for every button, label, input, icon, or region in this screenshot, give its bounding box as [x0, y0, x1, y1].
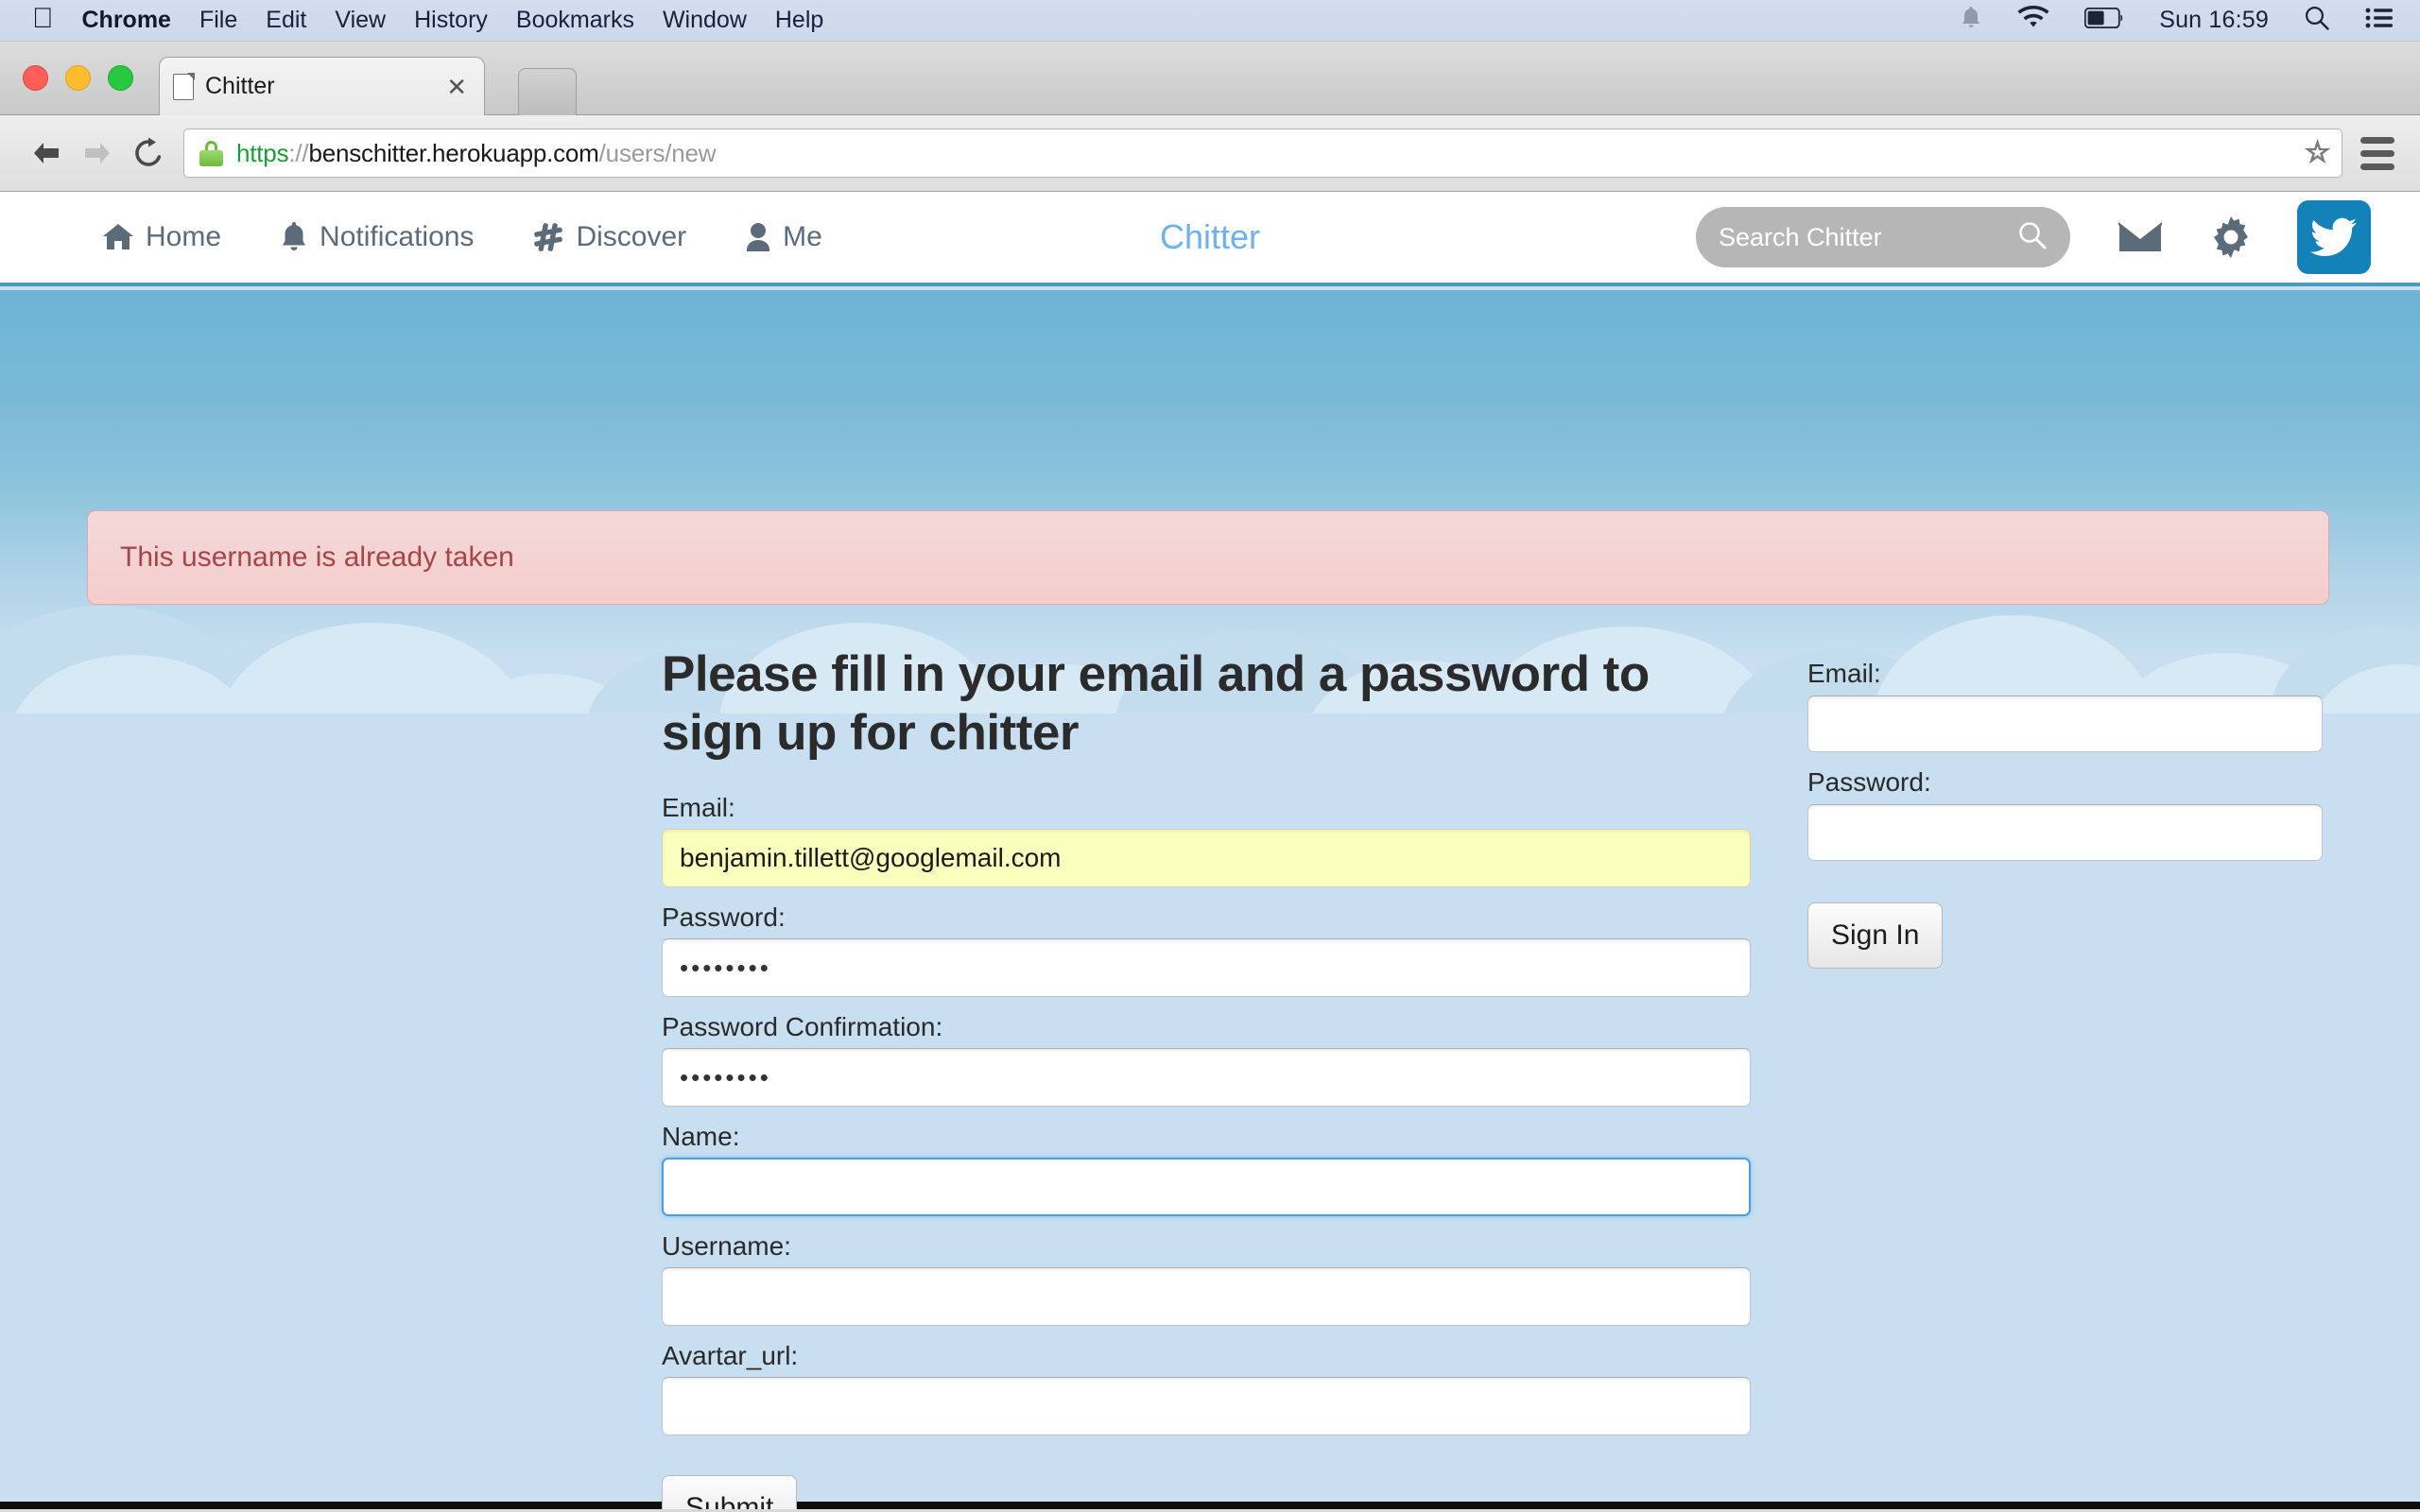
back-button[interactable] [21, 128, 72, 179]
bell-icon[interactable] [1960, 5, 1982, 36]
name-field[interactable] [662, 1158, 1751, 1216]
signin-email-field[interactable] [1807, 696, 2323, 752]
apple-logo-icon[interactable]:  [32, 4, 54, 33]
search-placeholder: Search Chitter [1719, 222, 1882, 251]
gear-icon[interactable] [2210, 216, 2252, 258]
signin-form: Email: Password: Sign In [1807, 659, 2323, 969]
chrome-window: Chitter ✕ https://benschitter.herokuapp.… [0, 42, 2420, 1512]
new-tab-button[interactable] [518, 68, 577, 115]
star-icon[interactable]: ☆ [2304, 138, 2331, 168]
password-confirmation-field[interactable]: •••••••• [662, 1048, 1751, 1107]
home-icon [102, 222, 134, 252]
url-host: benschitter.herokuapp.com [308, 138, 599, 167]
email-field-value: benjamin.tillett@googlemail.com [680, 843, 1062, 872]
sign-in-button[interactable]: Sign In [1807, 902, 1944, 969]
username-label: Username: [662, 1231, 791, 1261]
nav-item-notifications-label: Notifications [320, 221, 475, 252]
hamburger-menu-icon[interactable] [2356, 136, 2399, 170]
chitter-navbar: Home Notifications Discover Me Chitter S… [0, 192, 2420, 286]
nav-item-notifications[interactable]: Notifications [280, 221, 474, 253]
url-path: /users/new [598, 138, 717, 167]
browser-tab[interactable]: Chitter ✕ [159, 57, 485, 115]
minimize-window-button[interactable] [65, 65, 91, 91]
password-field[interactable]: •••••••• [662, 938, 1751, 997]
close-icon[interactable]: ✕ [442, 75, 471, 99]
password-label: Password: [662, 902, 786, 932]
submit-row: Submit [662, 1475, 1751, 1509]
address-bar[interactable]: https://benschitter.herokuapp.com/users/… [183, 129, 2342, 178]
name-label: Name: [662, 1122, 740, 1151]
nav-item-me[interactable]: Me [745, 221, 822, 253]
tab-strip: Chitter ✕ [0, 42, 2420, 115]
wifi-icon[interactable] [2017, 6, 2049, 35]
twitter-bird-icon[interactable] [2297, 200, 2371, 274]
nav-item-home[interactable]: Home [102, 221, 221, 253]
spotlight-search-icon[interactable] [2304, 5, 2330, 36]
window-traffic-lights [23, 65, 133, 91]
search-input[interactable]: Search Chitter [1696, 207, 2070, 267]
close-window-button[interactable] [23, 65, 48, 91]
menu-history[interactable]: History [414, 7, 488, 34]
forward-button[interactable] [72, 128, 123, 179]
avatar-url-field[interactable] [662, 1377, 1751, 1435]
url-text: https://benschitter.herokuapp.com/users/… [236, 138, 717, 168]
url-scheme: https [236, 138, 289, 167]
notification-center-icon[interactable] [2365, 7, 2394, 34]
navbar-actions: Search Chitter [1696, 200, 2420, 274]
menu-edit[interactable]: Edit [266, 7, 306, 34]
search-icon[interactable] [2017, 220, 2048, 255]
alert-message: This username is already taken [120, 541, 514, 573]
username-field[interactable] [662, 1267, 1751, 1326]
password-confirmation-label: Password Confirmation: [662, 1012, 943, 1041]
menu-help[interactable]: Help [775, 7, 823, 34]
hashtag-icon [532, 221, 564, 253]
signin-password-field[interactable] [1807, 804, 2323, 861]
nav-item-me-label: Me [783, 221, 822, 252]
menubar-status-area: Sun 16:59 [1925, 5, 2420, 36]
menu-view[interactable]: View [335, 7, 386, 34]
signin-email-label: Email: [1807, 659, 1881, 688]
menubar-clock: Sun 16:59 [2159, 7, 2269, 33]
browser-toolbar: https://benschitter.herokuapp.com/users/… [0, 115, 2420, 192]
signup-form: Please fill in your email and a password… [662, 645, 1751, 1509]
battery-icon[interactable] [2084, 7, 2124, 33]
bell-icon [280, 221, 308, 253]
https-lock-icon [199, 140, 223, 166]
reload-button[interactable] [123, 128, 174, 179]
person-icon [745, 222, 771, 252]
page-viewport: Home Notifications Discover Me Chitter S… [0, 192, 2420, 1509]
avatar-url-label: Avartar_url: [662, 1341, 799, 1370]
email-field[interactable]: benjamin.tillett@googlemail.com [662, 829, 1751, 887]
page-title: Please fill in your email and a password… [662, 646, 1650, 761]
submit-button[interactable]: Submit [662, 1475, 798, 1509]
maximize-window-button[interactable] [108, 65, 133, 91]
flash-alert: This username is already taken [87, 510, 2329, 605]
page-icon [173, 73, 195, 100]
email-label: Email: [662, 793, 735, 822]
nav-item-home-label: Home [146, 221, 222, 252]
tab-title: Chitter [205, 73, 275, 99]
url-separator: :// [288, 138, 309, 167]
password-confirmation-field-value: •••••••• [680, 1062, 771, 1091]
signin-password-label: Password: [1807, 767, 1931, 797]
menu-file[interactable]: File [199, 7, 237, 34]
envelope-icon[interactable] [2118, 219, 2163, 255]
macos-menubar:  Chrome File Edit View History Bookmark… [0, 0, 2420, 42]
password-field-value: •••••••• [680, 953, 771, 982]
navbar-links: Home Notifications Discover Me [102, 221, 881, 253]
menu-bookmarks[interactable]: Bookmarks [516, 7, 634, 34]
signin-button-row: Sign In [1807, 902, 2323, 969]
nav-item-discover-label: Discover [576, 221, 687, 252]
menubar-app-name[interactable]: Chrome [82, 7, 171, 34]
menu-window[interactable]: Window [663, 7, 747, 34]
nav-item-discover[interactable]: Discover [532, 221, 686, 253]
